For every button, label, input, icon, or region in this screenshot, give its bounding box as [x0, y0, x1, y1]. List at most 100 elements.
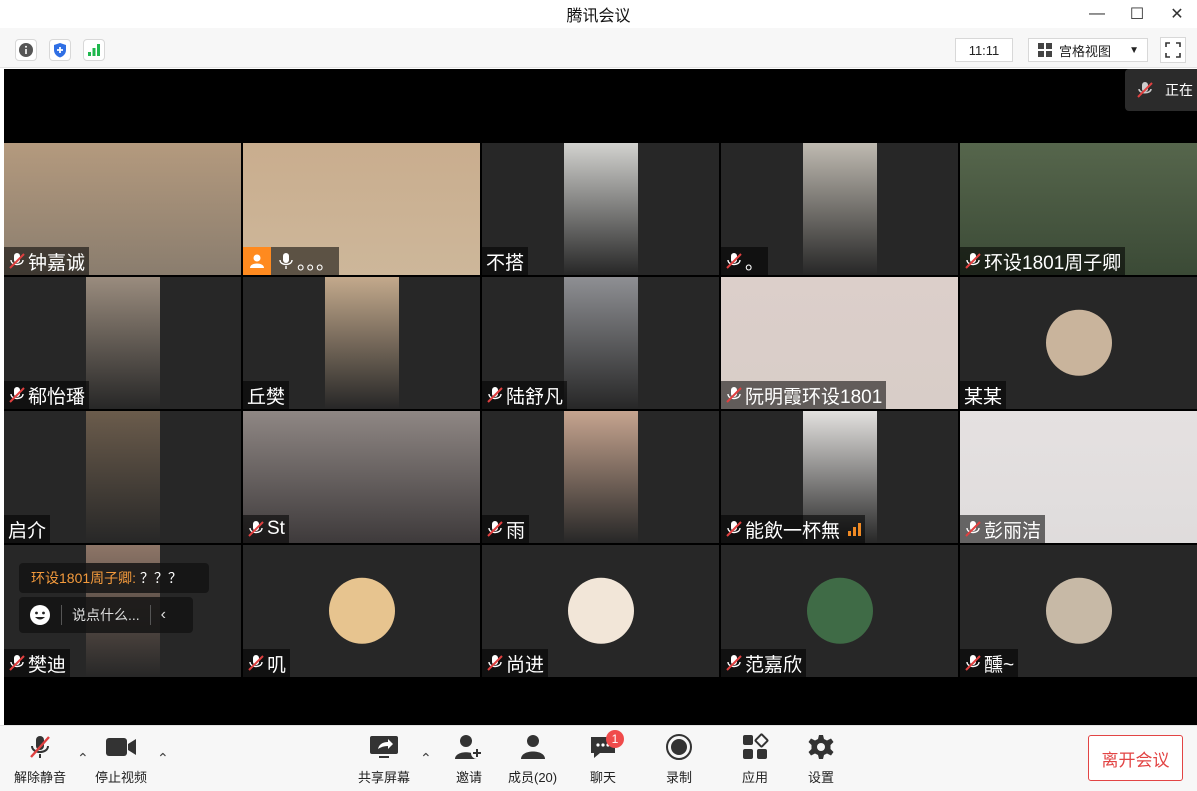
- chat-quick-input[interactable]: 说点什么... ‹: [19, 597, 193, 633]
- divider: [61, 605, 62, 625]
- members-label: 成员(20): [508, 770, 558, 785]
- participant-tile[interactable]: 某某: [960, 277, 1197, 409]
- mic-muted-icon: [486, 386, 504, 404]
- settings-button[interactable]: 设置: [804, 732, 838, 786]
- apps-label: 应用: [741, 770, 768, 785]
- emoji-icon[interactable]: [29, 604, 51, 626]
- members-button[interactable]: 成员(20): [508, 732, 557, 786]
- participant-tile[interactable]: 阮明霞环设1801: [721, 277, 958, 409]
- participant-video: [85, 277, 160, 409]
- maximize-icon[interactable]: ☐: [1117, 0, 1157, 28]
- leave-meeting-button[interactable]: 离开会议: [1088, 735, 1183, 781]
- participant-nametag: 启介: [4, 515, 51, 543]
- participant-avatar: [806, 577, 873, 644]
- title-bar: 腾讯会议 — ☐ ✕: [0, 0, 1197, 28]
- apps-button[interactable]: 应用: [738, 732, 772, 786]
- participant-nametag: 。。。: [243, 247, 340, 275]
- chat-button[interactable]: 1 聊天: [586, 730, 624, 786]
- add-user-icon: [455, 735, 483, 759]
- mic-muted-icon: [964, 520, 982, 538]
- participant-name: 。。。: [297, 252, 336, 274]
- participant-nametag: 陆舒凡: [482, 381, 568, 409]
- share-screen-icon: [370, 736, 398, 758]
- stop-video-button[interactable]: 停止视频: [95, 732, 147, 786]
- mic-muted-icon: [247, 520, 265, 538]
- info-icon[interactable]: [15, 39, 37, 61]
- mic-icon: [277, 252, 295, 270]
- close-icon[interactable]: ✕: [1157, 0, 1197, 28]
- participant-name: St: [267, 518, 285, 539]
- participant-tile[interactable]: 启介: [4, 411, 241, 543]
- participant-tile[interactable]: 醺~: [960, 545, 1197, 677]
- participant-tile[interactable]: 环设1801周子卿: [960, 143, 1197, 275]
- participant-name: 彭丽洁: [984, 520, 1042, 542]
- window-title: 腾讯会议: [566, 8, 631, 25]
- participant-name: 范嘉欣: [745, 654, 803, 676]
- participant-name: 某某: [964, 386, 1003, 408]
- network-signal-icon[interactable]: [83, 39, 105, 61]
- mic-muted-icon: [486, 520, 504, 538]
- members-icon: [520, 735, 545, 759]
- participant-name: 樊迪: [28, 654, 67, 676]
- participant-tile[interactable]: 能飲一杯無: [721, 411, 958, 543]
- mic-muted-icon: [30, 736, 50, 758]
- participant-tile[interactable]: 叽: [243, 545, 480, 677]
- settings-label: 设置: [807, 770, 834, 785]
- mic-muted-icon: [964, 252, 982, 270]
- record-button[interactable]: 录制: [662, 732, 696, 786]
- video-options-chevron-icon[interactable]: ⌃: [157, 750, 169, 767]
- participant-nametag: 不搭: [482, 247, 529, 275]
- participant-nametag: St: [243, 515, 289, 543]
- participant-tile[interactable]: 范嘉欣: [721, 545, 958, 677]
- unmute-label: 解除静音: [14, 770, 67, 785]
- participant-tile[interactable]: 钟嘉诚: [4, 143, 241, 275]
- record-label: 录制: [665, 770, 692, 785]
- collapse-chevron-icon[interactable]: ‹: [161, 606, 166, 624]
- minimize-icon[interactable]: —: [1077, 0, 1117, 28]
- weak-signal-icon: [848, 522, 862, 536]
- chat-label: 聊天: [589, 770, 616, 785]
- participant-nametag: 某某: [960, 381, 1007, 409]
- participant-name: 陆舒凡: [506, 386, 564, 408]
- view-mode-select[interactable]: 宫格视图 ▼: [1028, 38, 1148, 62]
- share-options-chevron-icon[interactable]: ⌃: [420, 750, 432, 767]
- participant-name: 能飲一杯無: [745, 520, 841, 542]
- invite-button[interactable]: 邀请: [452, 732, 486, 786]
- security-shield-icon[interactable]: [49, 39, 71, 61]
- share-screen-button[interactable]: 共享屏幕: [358, 732, 410, 786]
- participant-tile[interactable]: 丘樊: [243, 277, 480, 409]
- participant-name: 阮明霞环设1801: [745, 386, 883, 408]
- participant-nametag: 郗怡璠: [4, 381, 90, 409]
- host-user-icon: [243, 247, 271, 275]
- fullscreen-icon[interactable]: [1160, 37, 1186, 63]
- participant-avatar: [328, 577, 395, 644]
- participant-tile[interactable]: 雨: [482, 411, 719, 543]
- video-stage: 正在 钟嘉诚 。。。 不搭 。 环设1801周子卿郗怡璠 丘樊 陆舒凡 阮明霞环设1801 某某…: [4, 69, 1197, 725]
- mic-muted-icon: [8, 386, 26, 404]
- participant-tile[interactable]: 不搭: [482, 143, 719, 275]
- chat-unread-badge: 1: [606, 730, 624, 748]
- unmute-button[interactable]: 解除静音: [14, 732, 66, 786]
- participant-name: 雨: [506, 520, 526, 542]
- gear-icon: [808, 735, 834, 759]
- participant-tile[interactable]: 。。。: [243, 143, 480, 275]
- participant-tile[interactable]: 。: [721, 143, 958, 275]
- mic-muted-icon: [725, 386, 743, 404]
- audio-options-chevron-icon[interactable]: ⌃: [77, 750, 89, 767]
- participant-name: 启介: [8, 520, 47, 542]
- participant-tile[interactable]: 陆舒凡: [482, 277, 719, 409]
- participant-tile[interactable]: 尚进: [482, 545, 719, 677]
- meeting-toolbar: 11:11 宫格视图 ▼: [0, 28, 1197, 68]
- grid-view-icon: [1038, 43, 1052, 57]
- participant-tile[interactable]: 彭丽洁: [960, 411, 1197, 543]
- chat-sender: 环设1801周子卿:: [31, 570, 137, 586]
- chat-placeholder: 说点什么...: [72, 607, 140, 623]
- participant-avatar: [1045, 309, 1112, 376]
- mic-muted-icon: [725, 520, 743, 538]
- participant-tile[interactable]: 郗怡璠: [4, 277, 241, 409]
- participant-name: 钟嘉诚: [28, 252, 86, 274]
- meeting-duration: 11:11: [955, 38, 1013, 62]
- speaking-indicator: 正在: [1125, 69, 1197, 111]
- speaking-label: 正在: [1165, 82, 1193, 98]
- participant-tile[interactable]: St: [243, 411, 480, 543]
